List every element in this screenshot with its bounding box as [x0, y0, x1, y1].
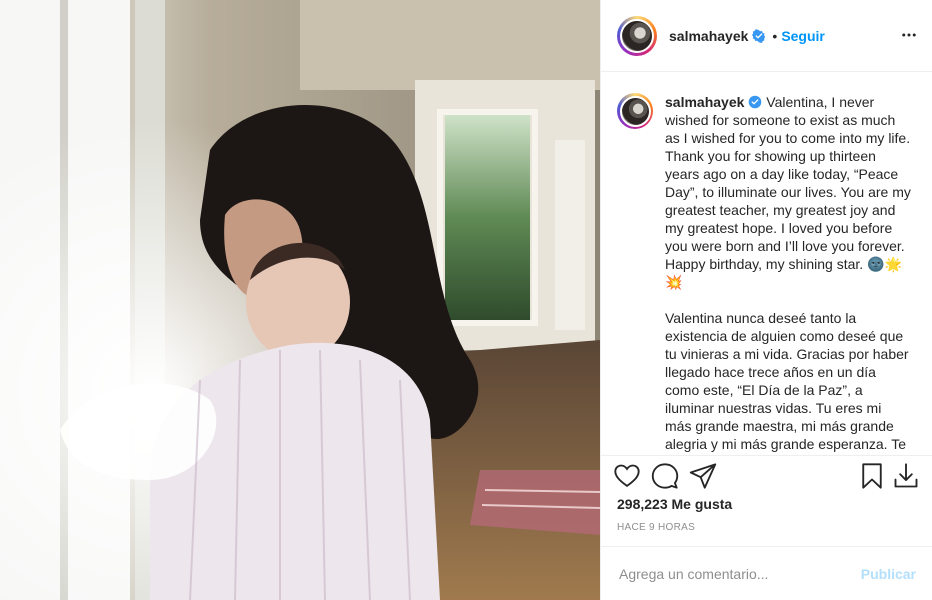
download-icon[interactable]: [892, 462, 920, 490]
post-header: salmahayek • Seguir: [601, 0, 932, 72]
post-caption: salmahayek Valentina, I never wished for…: [617, 93, 916, 455]
paper-plane-icon[interactable]: [689, 462, 717, 490]
separator-dot: •: [772, 27, 778, 44]
caption-avatar-image: [619, 95, 651, 127]
bookmark-icon[interactable]: [858, 462, 886, 490]
likes-count[interactable]: 298,223 Me gusta: [617, 496, 732, 512]
verified-badge-icon: [749, 95, 762, 109]
publish-button[interactable]: Publicar: [861, 566, 916, 582]
caption-english: salmahayek Valentina, I never wished for…: [665, 93, 911, 291]
post-timestamp[interactable]: HACE 9 HORAS: [617, 522, 695, 533]
caption-body: salmahayek Valentina, I never wished for…: [665, 93, 911, 455]
follow-button[interactable]: Seguir: [781, 28, 825, 44]
comment-icon[interactable]: [651, 462, 679, 490]
post-photo[interactable]: [0, 0, 600, 600]
caption-text-en: Valentina, I never wished for someone to…: [665, 94, 915, 290]
action-bar: [601, 455, 932, 495]
verified-badge-icon: [752, 28, 766, 43]
comments-area[interactable]: salmahayek Valentina, I never wished for…: [601, 73, 932, 455]
more-options-icon[interactable]: [900, 26, 918, 44]
add-comment-bar: Publicar: [601, 546, 932, 600]
heart-icon[interactable]: [613, 462, 641, 490]
caption-text-es: Valentina nunca deseé tanto la existenci…: [665, 310, 909, 455]
comment-input[interactable]: [617, 564, 853, 583]
avatar-image: [620, 18, 654, 53]
caption-avatar[interactable]: [617, 93, 653, 129]
instagram-post: salmahayek • Seguir salmahayek Valentina…: [0, 0, 932, 600]
photo-illustration: [0, 0, 600, 600]
post-sidebar: salmahayek • Seguir salmahayek Valentina…: [600, 0, 932, 600]
username-link[interactable]: salmahayek: [669, 28, 748, 44]
avatar[interactable]: [617, 15, 657, 56]
caption-username-link[interactable]: salmahayek: [665, 94, 744, 110]
